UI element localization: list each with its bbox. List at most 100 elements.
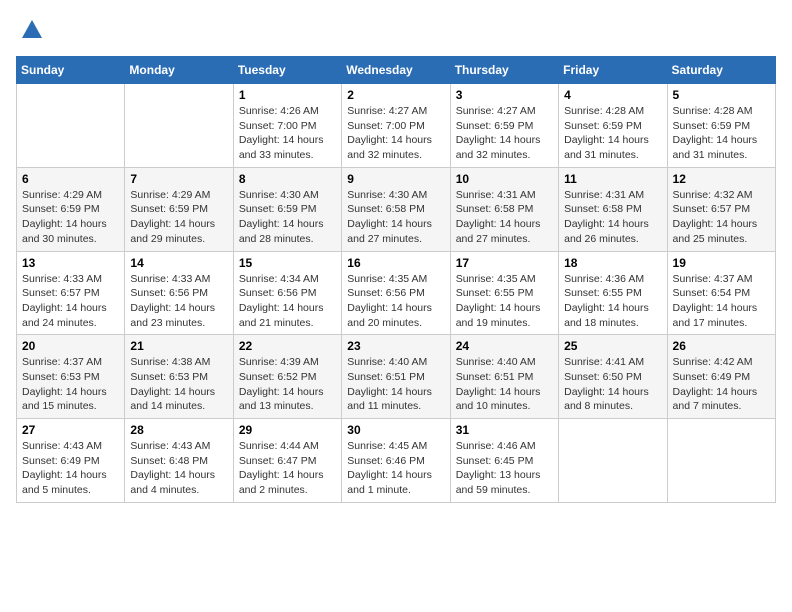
calendar-cell: 18Sunrise: 4:36 AM Sunset: 6:55 PM Dayli…	[559, 251, 667, 335]
calendar-cell	[17, 84, 125, 168]
calendar-cell	[559, 419, 667, 503]
day-number: 30	[347, 423, 444, 437]
calendar-cell: 28 Sunrise: 4:43 AM Sunset: 6:48 PM Dayli…	[125, 419, 233, 503]
day-number: 13	[22, 256, 119, 270]
calendar-cell: 1Sunrise: 4:26 AM Sunset: 7:00 PM Daylig…	[233, 84, 341, 168]
week-row-5: 27 Sunrise: 4:43 AM Sunset: 6:49 PM Dayli…	[17, 419, 776, 503]
day-number: 6	[22, 172, 119, 186]
calendar-cell: 30 Sunrise: 4:45 AM Sunset: 6:46 PM Dayli…	[342, 419, 450, 503]
header-row: SundayMondayTuesdayWednesdayThursdayFrid…	[17, 57, 776, 84]
day-number: 28	[130, 423, 227, 437]
day-number: 22	[239, 339, 336, 353]
day-info: Sunrise: 4:27 AM Sunset: 7:00 PM Dayligh…	[347, 104, 444, 163]
day-info: Sunrise: 4:29 AM Sunset: 6:59 PM Dayligh…	[22, 188, 119, 247]
day-number: 10	[456, 172, 553, 186]
day-info: Sunrise: 4:32 AM Sunset: 6:57 PM Dayligh…	[673, 188, 770, 247]
calendar-cell: 8 Sunrise: 4:30 AM Sunset: 6:59 PM Daylig…	[233, 167, 341, 251]
day-number: 16	[347, 256, 444, 270]
day-info: Sunrise: 4:38 AM Sunset: 6:53 PM Dayligh…	[130, 355, 227, 414]
day-info: Sunrise: 4:35 AM Sunset: 6:56 PM Dayligh…	[347, 272, 444, 331]
calendar-cell: 7 Sunrise: 4:29 AM Sunset: 6:59 PM Daylig…	[125, 167, 233, 251]
day-info: Sunrise: 4:30 AM Sunset: 6:59 PM Dayligh…	[239, 188, 336, 247]
day-number: 9	[347, 172, 444, 186]
day-number: 23	[347, 339, 444, 353]
calendar-table: SundayMondayTuesdayWednesdayThursdayFrid…	[16, 56, 776, 503]
calendar-cell: 19 Sunrise: 4:37 AM Sunset: 6:54 PM Dayli…	[667, 251, 775, 335]
week-row-1: 1Sunrise: 4:26 AM Sunset: 7:00 PM Daylig…	[17, 84, 776, 168]
day-info: Sunrise: 4:37 AM Sunset: 6:53 PM Dayligh…	[22, 355, 119, 414]
calendar-cell: 10 Sunrise: 4:31 AM Sunset: 6:58 PM Dayli…	[450, 167, 558, 251]
calendar-cell: 5Sunrise: 4:28 AM Sunset: 6:59 PM Daylig…	[667, 84, 775, 168]
day-number: 24	[456, 339, 553, 353]
column-header-sunday: Sunday	[17, 57, 125, 84]
calendar-cell: 21 Sunrise: 4:38 AM Sunset: 6:53 PM Dayli…	[125, 335, 233, 419]
day-number: 8	[239, 172, 336, 186]
day-info: Sunrise: 4:36 AM Sunset: 6:55 PM Dayligh…	[564, 272, 661, 331]
calendar-cell: 25 Sunrise: 4:41 AM Sunset: 6:50 PM Dayli…	[559, 335, 667, 419]
day-number: 7	[130, 172, 227, 186]
calendar-cell: 11 Sunrise: 4:31 AM Sunset: 6:58 PM Dayli…	[559, 167, 667, 251]
calendar-cell: 15Sunrise: 4:34 AM Sunset: 6:56 PM Dayli…	[233, 251, 341, 335]
calendar-cell: 4 Sunrise: 4:28 AM Sunset: 6:59 PM Daylig…	[559, 84, 667, 168]
calendar-cell: 13 Sunrise: 4:33 AM Sunset: 6:57 PM Dayli…	[17, 251, 125, 335]
day-number: 11	[564, 172, 661, 186]
day-info: Sunrise: 4:41 AM Sunset: 6:50 PM Dayligh…	[564, 355, 661, 414]
calendar-cell: 12 Sunrise: 4:32 AM Sunset: 6:57 PM Dayli…	[667, 167, 775, 251]
calendar-cell: 14 Sunrise: 4:33 AM Sunset: 6:56 PM Dayli…	[125, 251, 233, 335]
calendar-cell: 9 Sunrise: 4:30 AM Sunset: 6:58 PM Daylig…	[342, 167, 450, 251]
day-number: 31	[456, 423, 553, 437]
page-header	[16, 16, 776, 44]
calendar-cell: 22 Sunrise: 4:39 AM Sunset: 6:52 PM Dayli…	[233, 335, 341, 419]
day-info: Sunrise: 4:33 AM Sunset: 6:57 PM Dayligh…	[22, 272, 119, 331]
day-number: 17	[456, 256, 553, 270]
calendar-cell: 20 Sunrise: 4:37 AM Sunset: 6:53 PM Dayli…	[17, 335, 125, 419]
day-number: 1	[239, 88, 336, 102]
calendar-cell: 23 Sunrise: 4:40 AM Sunset: 6:51 PM Dayli…	[342, 335, 450, 419]
calendar-cell: 26 Sunrise: 4:42 AM Sunset: 6:49 PM Dayli…	[667, 335, 775, 419]
column-header-wednesday: Wednesday	[342, 57, 450, 84]
column-header-thursday: Thursday	[450, 57, 558, 84]
day-number: 27	[22, 423, 119, 437]
calendar-cell: 27 Sunrise: 4:43 AM Sunset: 6:49 PM Dayli…	[17, 419, 125, 503]
day-info: Sunrise: 4:35 AM Sunset: 6:55 PM Dayligh…	[456, 272, 553, 331]
day-info: Sunrise: 4:39 AM Sunset: 6:52 PM Dayligh…	[239, 355, 336, 414]
day-info: Sunrise: 4:42 AM Sunset: 6:49 PM Dayligh…	[673, 355, 770, 414]
week-row-4: 20 Sunrise: 4:37 AM Sunset: 6:53 PM Dayli…	[17, 335, 776, 419]
day-number: 20	[22, 339, 119, 353]
day-info: Sunrise: 4:30 AM Sunset: 6:58 PM Dayligh…	[347, 188, 444, 247]
day-number: 25	[564, 339, 661, 353]
day-number: 14	[130, 256, 227, 270]
column-header-friday: Friday	[559, 57, 667, 84]
calendar-cell: 29Sunrise: 4:44 AM Sunset: 6:47 PM Dayli…	[233, 419, 341, 503]
day-number: 26	[673, 339, 770, 353]
day-number: 19	[673, 256, 770, 270]
day-number: 15	[239, 256, 336, 270]
logo	[16, 16, 46, 44]
day-info: Sunrise: 4:29 AM Sunset: 6:59 PM Dayligh…	[130, 188, 227, 247]
calendar-cell	[667, 419, 775, 503]
day-info: Sunrise: 4:37 AM Sunset: 6:54 PM Dayligh…	[673, 272, 770, 331]
day-number: 29	[239, 423, 336, 437]
day-number: 3	[456, 88, 553, 102]
day-number: 4	[564, 88, 661, 102]
day-info: Sunrise: 4:33 AM Sunset: 6:56 PM Dayligh…	[130, 272, 227, 331]
calendar-cell: 3 Sunrise: 4:27 AM Sunset: 6:59 PM Daylig…	[450, 84, 558, 168]
day-info: Sunrise: 4:40 AM Sunset: 6:51 PM Dayligh…	[347, 355, 444, 414]
column-header-tuesday: Tuesday	[233, 57, 341, 84]
day-info: Sunrise: 4:43 AM Sunset: 6:48 PM Dayligh…	[130, 439, 227, 498]
day-number: 21	[130, 339, 227, 353]
logo-icon	[18, 16, 46, 44]
day-number: 5	[673, 88, 770, 102]
calendar-cell: 31 Sunrise: 4:46 AM Sunset: 6:45 PM Dayli…	[450, 419, 558, 503]
column-header-monday: Monday	[125, 57, 233, 84]
day-info: Sunrise: 4:27 AM Sunset: 6:59 PM Dayligh…	[456, 104, 553, 163]
column-header-saturday: Saturday	[667, 57, 775, 84]
day-info: Sunrise: 4:31 AM Sunset: 6:58 PM Dayligh…	[456, 188, 553, 247]
day-info: Sunrise: 4:45 AM Sunset: 6:46 PM Dayligh…	[347, 439, 444, 498]
day-number: 12	[673, 172, 770, 186]
day-info: Sunrise: 4:43 AM Sunset: 6:49 PM Dayligh…	[22, 439, 119, 498]
day-info: Sunrise: 4:28 AM Sunset: 6:59 PM Dayligh…	[564, 104, 661, 163]
day-info: Sunrise: 4:40 AM Sunset: 6:51 PM Dayligh…	[456, 355, 553, 414]
day-info: Sunrise: 4:31 AM Sunset: 6:58 PM Dayligh…	[564, 188, 661, 247]
day-info: Sunrise: 4:46 AM Sunset: 6:45 PM Dayligh…	[456, 439, 553, 498]
